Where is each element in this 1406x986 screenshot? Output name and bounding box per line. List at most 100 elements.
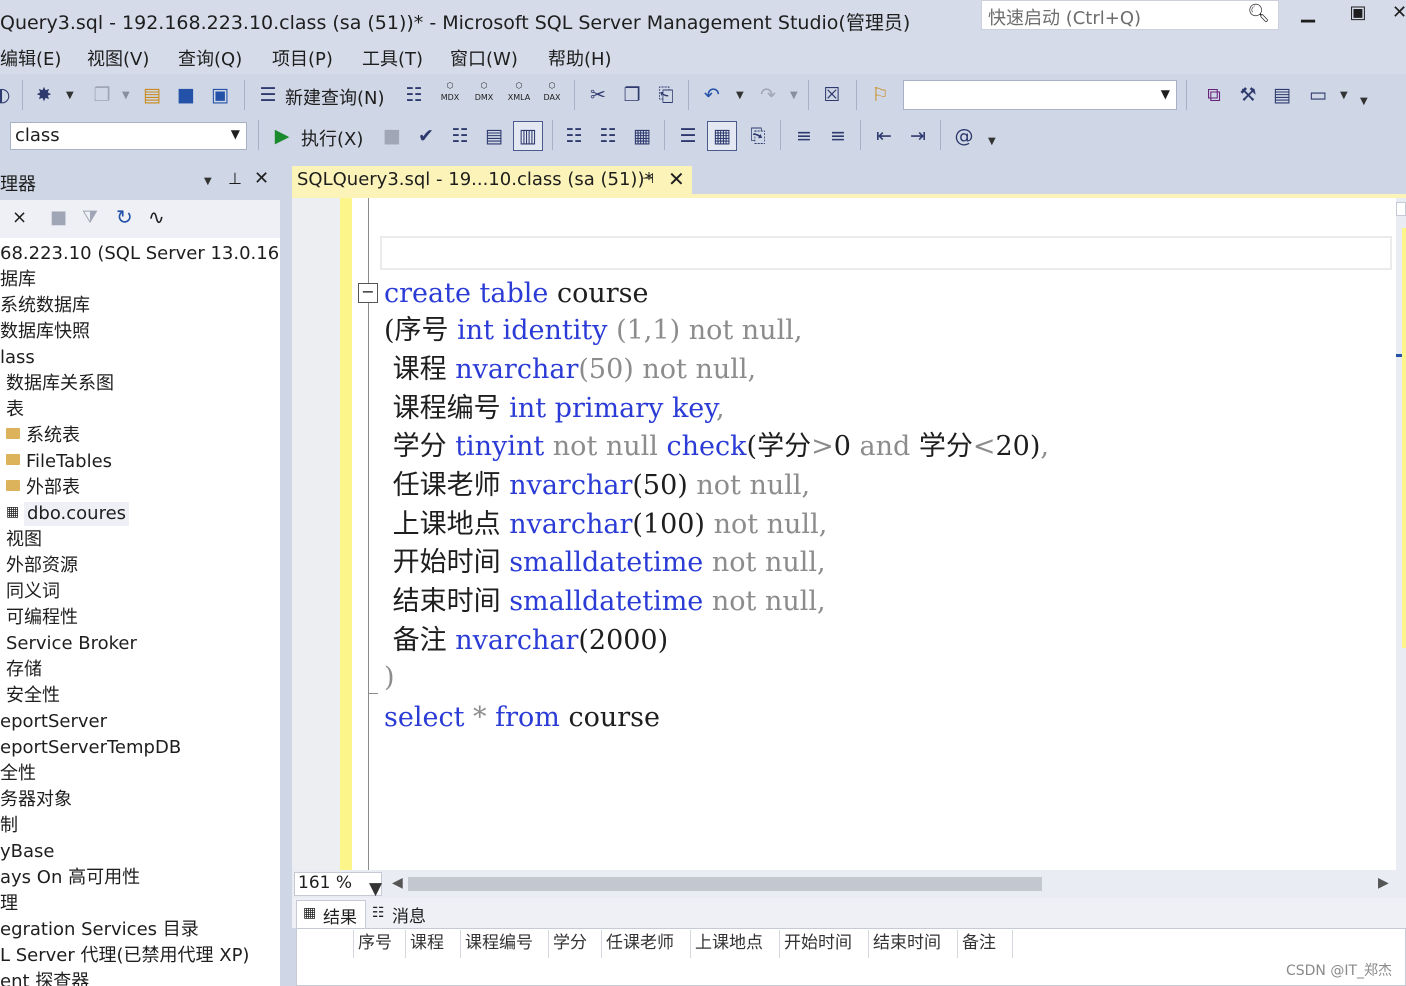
results-to-text-icon[interactable]: ☰ xyxy=(676,124,700,148)
activity-monitor-icon[interactable]: ☒ xyxy=(820,83,844,107)
uncomment-icon[interactable]: ≡ xyxy=(826,124,850,148)
dax-query-icon[interactable]: ⬡ DAX xyxy=(538,80,566,104)
tree-node-views[interactable]: 视图 xyxy=(6,528,42,552)
chevron-down-icon[interactable]: ▼ xyxy=(736,90,744,101)
tree-node-server-objects[interactable]: 务器对象 xyxy=(0,788,72,812)
visual-studio-icon[interactable]: ⧉ xyxy=(1202,83,1226,107)
new-query-button[interactable]: 新建查询(N) xyxy=(285,84,385,110)
disconnect-icon[interactable]: ⨯ xyxy=(12,207,27,228)
comment-icon[interactable]: ≡ xyxy=(792,124,816,148)
column-header[interactable]: 课程编号 xyxy=(462,930,549,958)
chevron-down-icon[interactable]: ▼ xyxy=(1161,87,1170,101)
vertical-scrollbar[interactable] xyxy=(1396,198,1406,870)
tab-messages[interactable]: ☷ 消息 xyxy=(370,900,440,928)
tree-node-databases[interactable]: 据库 xyxy=(0,268,36,292)
column-header[interactable]: 结束时间 xyxy=(870,930,958,958)
database-engine-query-icon[interactable]: ☷ xyxy=(402,83,426,107)
copy-icon[interactable]: ❐ xyxy=(620,83,644,107)
sqlcmd-mode-icon[interactable]: ▥ xyxy=(513,121,543,151)
activity-icon[interactable]: ∿ xyxy=(148,205,165,229)
zoom-select[interactable]: 161 % ▼ xyxy=(294,872,382,899)
tree-node-always-on[interactable]: ays On 高可用性 xyxy=(0,866,140,890)
chevron-down-icon[interactable]: ▼ xyxy=(790,90,798,101)
tree-node-storage[interactable]: 存储 xyxy=(6,658,42,682)
filter-icon[interactable]: ⧩ xyxy=(82,207,98,228)
tree-node-dbo-coures[interactable]: dbo.coures xyxy=(24,502,130,526)
tree-node-filetables[interactable]: FileTables xyxy=(26,450,112,474)
quick-launch-input[interactable]: 快速启动 (Ctrl+Q) 🔍︎ xyxy=(981,0,1279,30)
cut-icon[interactable]: ✂ xyxy=(586,83,610,107)
toolbar-overflow-icon[interactable]: ▼ xyxy=(988,136,996,147)
cancel-query-icon[interactable]: ■ xyxy=(380,124,404,148)
tree-node-external-tables[interactable]: 外部表 xyxy=(26,476,80,500)
specify-template-values-icon[interactable]: @ xyxy=(952,124,976,148)
open-folder-icon[interactable]: ▤ xyxy=(140,83,164,107)
tree-node-polybase[interactable]: yBase xyxy=(0,840,54,864)
close-tab-icon[interactable]: ✕ xyxy=(668,167,685,191)
redo-icon[interactable]: ↷ xyxy=(756,83,780,107)
tree-node-sql-agent[interactable]: L Server 代理(已禁用代理 XP) xyxy=(0,944,249,968)
find-in-files-icon[interactable]: ⚐ xyxy=(868,83,892,107)
close-icon[interactable]: ✕ xyxy=(254,168,269,189)
chevron-down-icon[interactable]: ▼ xyxy=(231,127,240,141)
mdx-query-icon[interactable]: ⬡ MDX xyxy=(436,80,464,104)
xmla-query-icon[interactable]: ⬡ XMLA xyxy=(504,80,534,104)
menu-project[interactable]: 项目(P) xyxy=(272,45,333,71)
chevron-down-icon[interactable]: ▼ xyxy=(204,176,212,187)
toolbox-icon[interactable]: ▤ xyxy=(1270,83,1294,107)
tree-node-xevent-profiler[interactable]: ent 探查器 xyxy=(0,970,89,986)
tree-node-system-databases[interactable]: 系统数据库 xyxy=(0,294,90,318)
scroll-splitter[interactable] xyxy=(1396,202,1406,216)
dmx-query-icon[interactable]: ⬡ DMX xyxy=(470,80,498,104)
tab-sqlquery3[interactable]: SQLQuery3.sql - 19...10.class (sa (51))*… xyxy=(292,166,692,194)
chevron-down-icon[interactable]: ▼ xyxy=(369,879,382,899)
chevron-down-icon[interactable]: ▼ xyxy=(1340,90,1348,101)
pin-icon[interactable]: ⊥ xyxy=(228,169,242,188)
results-to-grid-icon[interactable]: ▦ xyxy=(707,121,737,151)
maximize-button[interactable]: ▣ xyxy=(1340,2,1376,30)
tree-node-server[interactable]: 68.223.10 (SQL Server 13.0.1601. xyxy=(0,242,308,266)
collapse-icon[interactable]: − xyxy=(358,283,378,303)
execute-icon[interactable]: ▶ xyxy=(270,124,294,148)
menu-tools[interactable]: 工具(T) xyxy=(362,45,423,71)
tree-node-diagrams[interactable]: 数据库关系图 xyxy=(6,372,114,396)
tree-node-system-tables[interactable]: 系统表 xyxy=(26,424,80,448)
column-header[interactable]: 课程 xyxy=(407,930,461,958)
toolbar-overflow-icon[interactable]: ▼ xyxy=(1360,96,1368,107)
chevron-down-icon[interactable]: ▼ xyxy=(122,90,130,101)
menu-query[interactable]: 查询(Q) xyxy=(178,45,242,71)
menu-view[interactable]: 视图(V) xyxy=(87,45,149,71)
query-designer-icon[interactable]: ▤ xyxy=(482,124,506,148)
decrease-indent-icon[interactable]: ⇤ xyxy=(872,124,896,148)
client-stats-icon[interactable]: ▦ xyxy=(630,124,654,148)
tree-node-replication[interactable]: 制 xyxy=(0,814,18,838)
wrench-icon[interactable]: ⚒ xyxy=(1236,83,1260,107)
tree-node-reportservertempdb[interactable]: eportServerTempDB xyxy=(0,736,181,760)
add-item-icon[interactable]: ❐ xyxy=(90,83,114,107)
menu-window[interactable]: 窗口(W) xyxy=(450,45,518,71)
tab-results[interactable]: ▦ 结果 xyxy=(296,900,366,928)
close-button[interactable]: ✕ xyxy=(1392,2,1406,30)
execute-button[interactable]: 执行(X) xyxy=(301,125,363,151)
tree-node-external-resources[interactable]: 外部资源 xyxy=(6,554,78,578)
tree-node-security-db[interactable]: 安全性 xyxy=(6,684,60,708)
increase-indent-icon[interactable]: ⇥ xyxy=(906,124,930,148)
stop-icon[interactable]: ■ xyxy=(50,207,67,228)
results-to-file-icon[interactable]: ⎘ xyxy=(746,124,770,148)
undo-icon[interactable]: ↶ xyxy=(700,83,724,107)
chevron-down-icon[interactable]: ▼ xyxy=(66,90,74,101)
tree-node-tables[interactable]: 表 xyxy=(6,398,24,422)
tree-node-reportserver[interactable]: eportServer xyxy=(0,710,107,734)
tree-node-snapshots[interactable]: 数据库快照 xyxy=(0,320,90,344)
tree-node-integration-services[interactable]: egration Services 目录 xyxy=(0,918,199,942)
paste-icon[interactable]: ⎗ xyxy=(654,83,678,107)
column-header[interactable]: 任课老师 xyxy=(603,930,691,958)
column-header[interactable]: 序号 xyxy=(355,930,406,958)
new-query-icon[interactable]: ☰ xyxy=(256,83,280,107)
back-icon[interactable]: ◐ xyxy=(0,83,14,107)
menu-edit[interactable]: 编辑(E) xyxy=(0,45,61,71)
scroll-right-icon[interactable]: ▶ xyxy=(1378,875,1389,891)
minimize-button[interactable]: ▁ xyxy=(1290,2,1326,30)
panel-splitter[interactable] xyxy=(280,156,292,986)
save-all-icon[interactable]: ▣ xyxy=(208,83,232,107)
